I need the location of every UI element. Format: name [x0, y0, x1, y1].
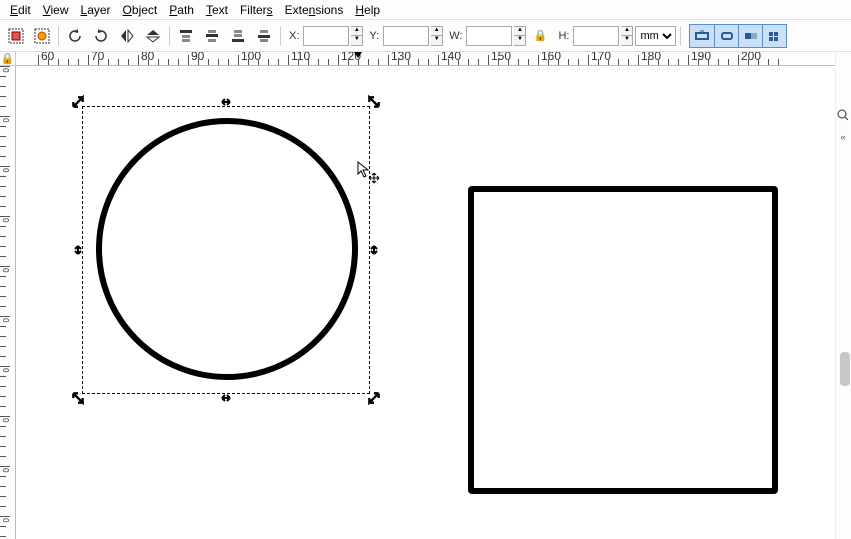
- lock-aspect-button[interactable]: 🔒: [528, 24, 552, 48]
- snap-button-group: [689, 24, 787, 48]
- menu-extensions[interactable]: Extensions: [279, 1, 350, 19]
- selection-bounding-box: [82, 106, 370, 394]
- ruler-horizontal[interactable]: 6070809010011012013014015016017018019020…: [16, 52, 835, 66]
- right-gutter: «: [835, 52, 851, 539]
- affect-patterns-button[interactable]: [762, 25, 786, 47]
- ruler-vertical[interactable]: 0000000000: [0, 66, 16, 539]
- h-label: H:: [558, 30, 569, 42]
- rotate-handle-ne[interactable]: [367, 95, 381, 109]
- units-select[interactable]: mm: [635, 26, 676, 46]
- affect-gradients-button[interactable]: [738, 25, 762, 47]
- rotate-handle-nw[interactable]: [71, 95, 85, 109]
- menu-view[interactable]: View: [37, 1, 75, 19]
- menu-object[interactable]: Object: [117, 1, 164, 19]
- h-spinner[interactable]: ▲▼: [621, 26, 633, 46]
- h-input[interactable]: [573, 26, 619, 46]
- rotate-cw-button[interactable]: [89, 24, 113, 48]
- overflow-chevron-icon[interactable]: «: [836, 132, 850, 146]
- rotate-handle-sw[interactable]: [71, 391, 85, 405]
- menu-layer[interactable]: Layer: [75, 1, 117, 19]
- rotate-ccw-button[interactable]: [63, 24, 87, 48]
- x-spinner[interactable]: ▲▼: [351, 26, 363, 46]
- skew-handle-e[interactable]: [367, 243, 381, 257]
- w-spinner[interactable]: ▲▼: [514, 26, 526, 46]
- select-all-button[interactable]: [30, 24, 54, 48]
- skew-handle-n[interactable]: [219, 95, 233, 109]
- lower-button[interactable]: [226, 24, 250, 48]
- y-label: Y:: [369, 30, 379, 42]
- menu-path[interactable]: Path: [163, 1, 200, 19]
- select-all-layers-button[interactable]: [4, 24, 28, 48]
- flip-horizontal-button[interactable]: [115, 24, 139, 48]
- menu-filters[interactable]: Filters: [234, 1, 279, 19]
- lock-icon: 🔒: [1, 52, 15, 65]
- w-input[interactable]: [466, 26, 512, 46]
- menu-help[interactable]: Help: [349, 1, 386, 19]
- y-input[interactable]: [383, 26, 429, 46]
- flip-vertical-button[interactable]: [141, 24, 165, 48]
- affect-stroke-button[interactable]: [690, 25, 714, 47]
- menu-edit[interactable]: Edit: [4, 1, 37, 19]
- zoom-fit-button[interactable]: [836, 108, 850, 122]
- menu-text[interactable]: Text: [200, 1, 234, 19]
- raise-button[interactable]: [200, 24, 224, 48]
- w-label: W:: [449, 30, 462, 42]
- raise-to-top-button[interactable]: [174, 24, 198, 48]
- skew-handle-s[interactable]: [219, 391, 233, 405]
- skew-handle-w[interactable]: [71, 243, 85, 257]
- ruler-corner-lock[interactable]: 🔒: [0, 52, 16, 66]
- toolbar: X: ▲▼ Y: ▲▼ W: ▲▼ 🔒 H: ▲▼ mm: [0, 20, 851, 52]
- affect-corners-button[interactable]: [714, 25, 738, 47]
- lower-to-bottom-button[interactable]: [252, 24, 276, 48]
- x-input[interactable]: [303, 26, 349, 46]
- vertical-scrollbar-thumb[interactable]: [840, 352, 850, 386]
- menu-bar: Edit View Layer Object Path Text Filters…: [0, 0, 851, 20]
- rectangle-shape[interactable]: [468, 186, 778, 494]
- rotate-handle-se[interactable]: [367, 391, 381, 405]
- y-spinner[interactable]: ▲▼: [431, 26, 443, 46]
- x-label: X:: [289, 30, 299, 42]
- canvas[interactable]: [16, 66, 835, 539]
- lock-icon: 🔒: [534, 29, 548, 42]
